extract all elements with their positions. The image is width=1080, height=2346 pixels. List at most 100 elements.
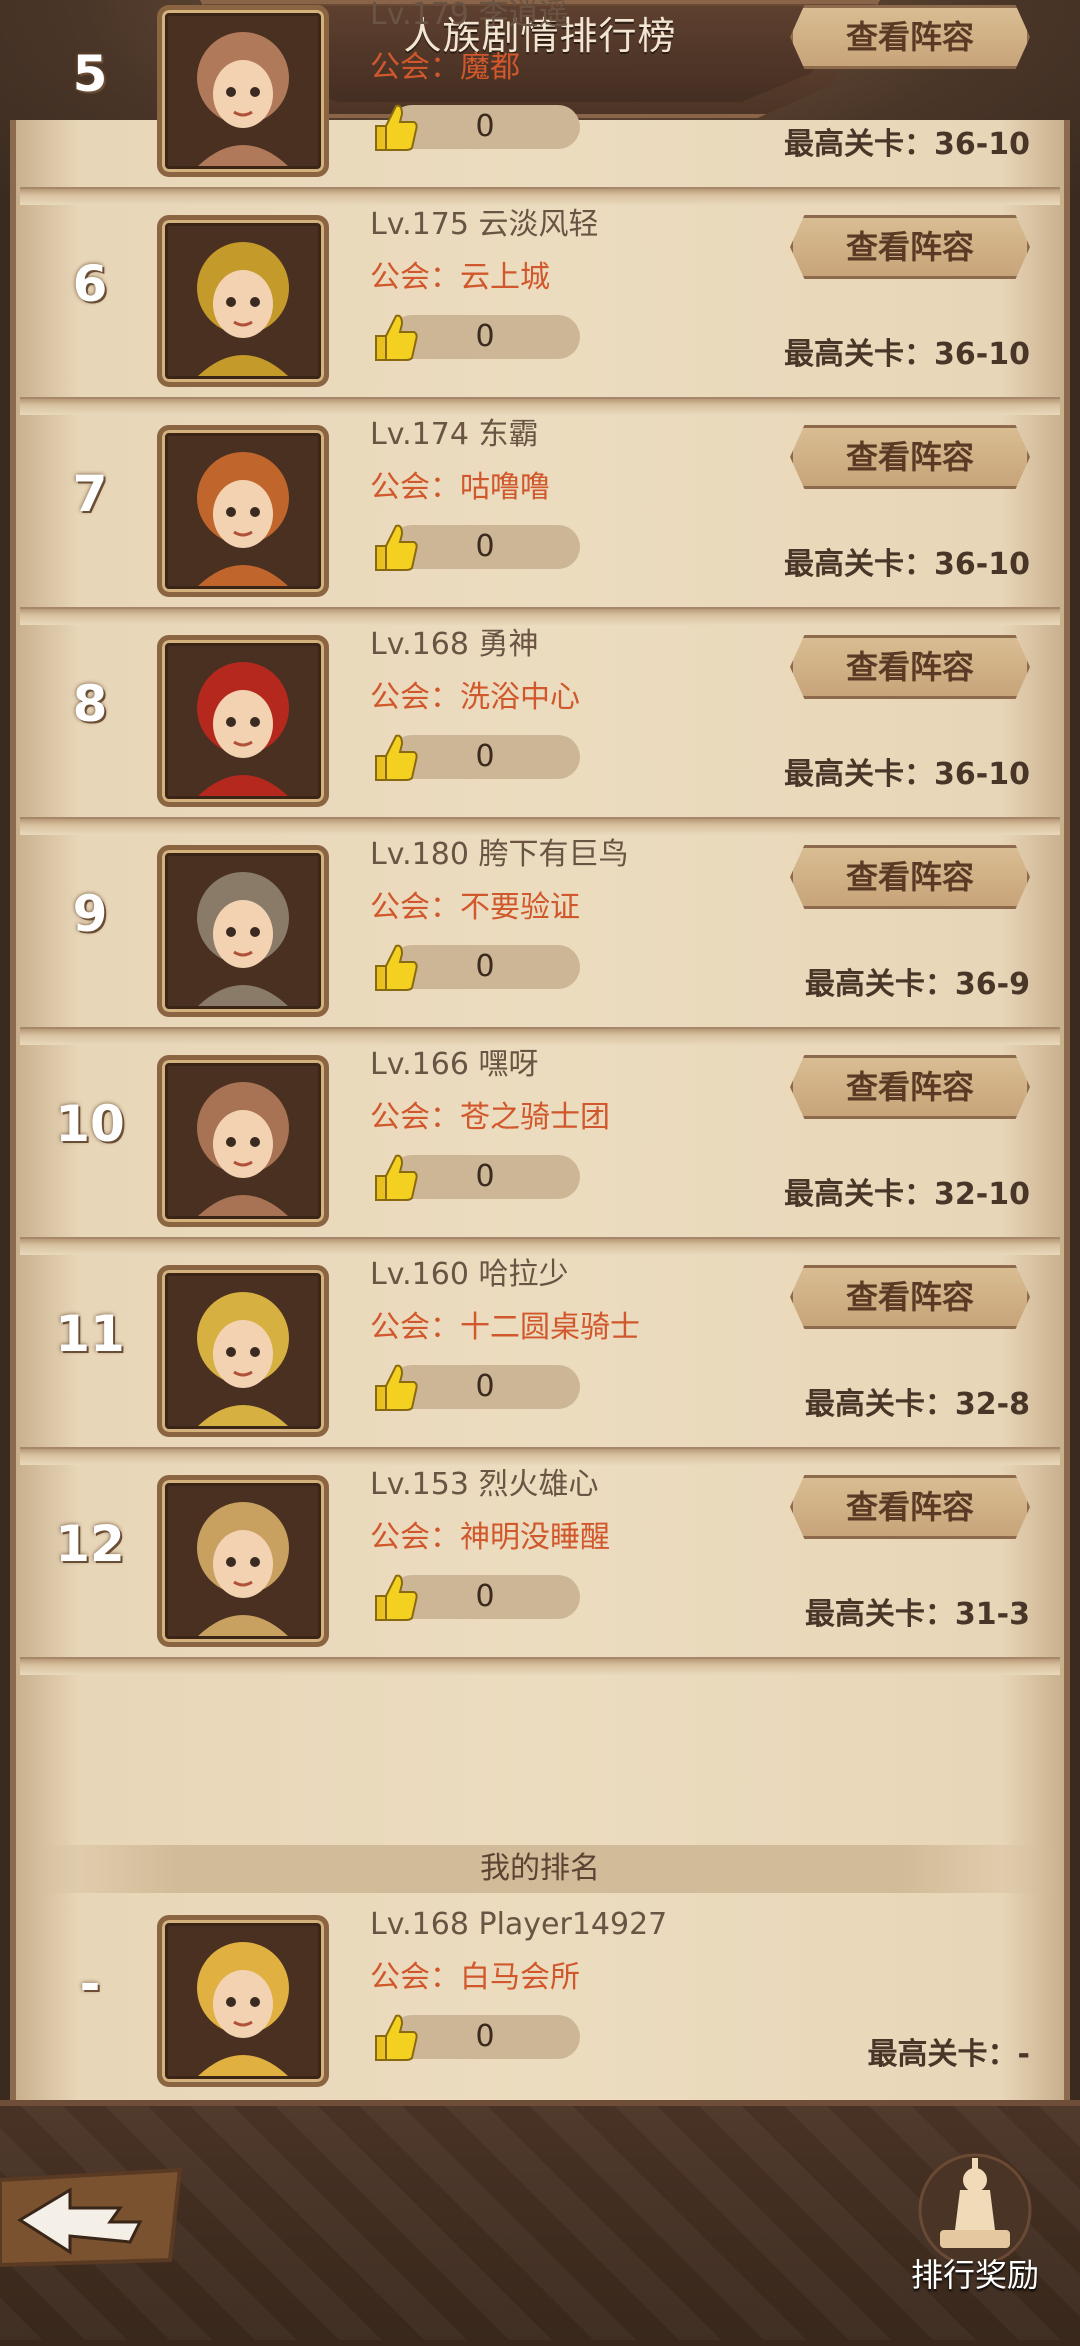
max-stage: 最高关卡：32-10 bbox=[784, 1175, 1030, 1215]
guild-label: 公会： bbox=[370, 890, 460, 925]
player-level: Lv.180 bbox=[370, 837, 469, 872]
rank-number: - bbox=[79, 1955, 101, 2013]
max-stage: 最高关卡：- bbox=[868, 2035, 1030, 2075]
view-lineup-button[interactable] bbox=[790, 1265, 1030, 1329]
like-counter[interactable]: 0 bbox=[370, 1360, 580, 1411]
ranking-row[interactable]: 8 Lv.168 勇神 公会：洗浴中心 0 查看阵容 最高关卡：36-10 bbox=[20, 625, 1060, 835]
max-stage-label: 最高关卡： bbox=[867, 2037, 1018, 2072]
row-divider bbox=[20, 1447, 1060, 1465]
my-rank-row[interactable]: - Lv.168 Player14927 公会：白马会所 0 最高关卡：- bbox=[20, 1905, 1060, 2115]
guild-line: 公会：洗浴中心 bbox=[370, 678, 580, 718]
view-lineup-button[interactable] bbox=[790, 5, 1030, 69]
hero-portrait bbox=[168, 1276, 318, 1426]
avatar[interactable] bbox=[157, 1265, 329, 1437]
like-counter[interactable]: 0 bbox=[370, 520, 580, 571]
chess-trophy-icon bbox=[918, 2153, 1032, 2267]
player-level: Lv.166 bbox=[370, 1047, 469, 1082]
avatar[interactable] bbox=[157, 1475, 329, 1647]
guild-line: 公会：十二圆桌骑士 bbox=[370, 1308, 640, 1348]
hero-portrait bbox=[168, 16, 318, 166]
view-lineup-button[interactable] bbox=[790, 635, 1030, 699]
guild-line: 公会：咕噜噜 bbox=[370, 468, 550, 508]
player-line: Lv.166 嘿呀 bbox=[370, 1045, 538, 1085]
like-counter[interactable]: 0 bbox=[370, 100, 580, 151]
guild-name: 不要验证 bbox=[460, 890, 580, 925]
row-divider bbox=[20, 1237, 1060, 1255]
guild-label: 公会： bbox=[370, 470, 460, 505]
max-stage-value: 32-8 bbox=[954, 1387, 1030, 1422]
row-divider bbox=[20, 1657, 1060, 1675]
player-name: Player14927 bbox=[478, 1907, 668, 1942]
like-counter[interactable]: 0 bbox=[370, 310, 580, 361]
player-level: Lv.179 bbox=[370, 0, 469, 32]
max-stage: 最高关卡：36-10 bbox=[784, 335, 1030, 375]
ranking-row[interactable]: 9 Lv.180 胯下有巨鸟 公会：不要验证 0 查看阵容 最高关卡：36-9 bbox=[20, 835, 1060, 1045]
ranking-row[interactable]: 11 Lv.160 哈拉少 公会：十二圆桌骑士 0 查看阵容 最高关卡：32-8 bbox=[20, 1255, 1060, 1465]
guild-name: 咕噜噜 bbox=[460, 470, 550, 505]
hero-portrait bbox=[168, 1926, 318, 2076]
ranking-row[interactable]: 5 Lv.179 李逍遥 公会：魔都 0 查看阵容 最高关卡：36-10 bbox=[20, 0, 1060, 205]
avatar[interactable] bbox=[157, 845, 329, 1017]
view-lineup-button[interactable] bbox=[790, 425, 1030, 489]
rank-number: 12 bbox=[55, 1515, 125, 1573]
like-count: 0 bbox=[475, 1159, 495, 1194]
like-counter[interactable]: 0 bbox=[370, 1150, 580, 1201]
avatar[interactable] bbox=[157, 1055, 329, 1227]
max-stage-label: 最高关卡： bbox=[784, 337, 935, 372]
view-lineup-button[interactable] bbox=[790, 1475, 1030, 1539]
like-count: 0 bbox=[475, 2019, 495, 2054]
guild-line: 公会：神明没睡醒 bbox=[370, 1518, 610, 1558]
player-name: 烈火雄心 bbox=[478, 1467, 599, 1502]
max-stage-value: 36-9 bbox=[954, 967, 1030, 1002]
player-level: Lv.168 bbox=[370, 627, 469, 662]
ranking-row[interactable]: 10 Lv.166 嘿呀 公会：苍之骑士团 0 查看阵容 最高关卡：32-10 bbox=[20, 1045, 1060, 1255]
avatar[interactable] bbox=[157, 215, 329, 387]
back-arrow-icon bbox=[0, 2167, 183, 2268]
max-stage-label: 最高关卡： bbox=[804, 967, 955, 1002]
rank-number: 5 bbox=[72, 45, 108, 103]
max-stage: 最高关卡：36-10 bbox=[784, 755, 1030, 795]
max-stage-label: 最高关卡： bbox=[784, 127, 935, 162]
like-count: 0 bbox=[475, 1369, 495, 1404]
hero-portrait bbox=[168, 646, 318, 796]
hero-portrait bbox=[168, 1486, 318, 1636]
ranking-reward-label: 排行奖励 bbox=[910, 2256, 1039, 2294]
player-name: 云淡风轻 bbox=[478, 207, 599, 242]
ranking-row[interactable]: 12 Lv.153 烈火雄心 公会：神明没睡醒 0 查看阵容 最高关卡：31-3 bbox=[20, 1465, 1060, 1675]
player-name: 嘿呀 bbox=[478, 1047, 539, 1082]
player-name: 胯下有巨鸟 bbox=[478, 837, 629, 872]
player-line: Lv.175 云淡风轻 bbox=[370, 205, 598, 245]
view-lineup-button[interactable] bbox=[790, 1055, 1030, 1119]
avatar[interactable] bbox=[157, 1915, 329, 2087]
rank-number: 7 bbox=[72, 465, 108, 523]
max-stage-label: 最高关卡： bbox=[804, 1387, 955, 1422]
view-lineup-button[interactable] bbox=[790, 845, 1030, 909]
like-counter[interactable]: 0 bbox=[370, 2010, 580, 2061]
max-stage-value: 32-10 bbox=[934, 1177, 1030, 1212]
max-stage-value: 36-10 bbox=[934, 127, 1030, 162]
guild-line: 公会：不要验证 bbox=[370, 888, 580, 928]
avatar[interactable] bbox=[157, 425, 329, 597]
guild-line: 公会：魔都 bbox=[370, 48, 520, 88]
avatar[interactable] bbox=[157, 635, 329, 807]
avatar[interactable] bbox=[157, 5, 329, 177]
ranking-row[interactable]: 6 Lv.175 云淡风轻 公会：云上城 0 查看阵容 最高关卡：36-10 bbox=[20, 205, 1060, 415]
like-counter[interactable]: 0 bbox=[370, 730, 580, 781]
ranking-row[interactable]: 7 Lv.174 东霸 公会：咕噜噜 0 查看阵容 最高关卡：36-10 bbox=[20, 415, 1060, 625]
guild-name: 白马会所 bbox=[460, 1960, 580, 1995]
player-level: Lv.168 bbox=[370, 1907, 469, 1942]
player-name: 东霸 bbox=[478, 417, 539, 452]
ranking-reward-button[interactable] bbox=[880, 2150, 1070, 2330]
like-counter[interactable]: 0 bbox=[370, 940, 580, 991]
player-name: 勇神 bbox=[478, 627, 539, 662]
max-stage-value: 31-3 bbox=[954, 1597, 1030, 1632]
guild-label: 公会： bbox=[370, 1100, 460, 1135]
back-button[interactable] bbox=[0, 2150, 200, 2280]
rank-number: 8 bbox=[72, 675, 108, 733]
player-line: Lv.174 东霸 bbox=[370, 415, 538, 455]
guild-label: 公会： bbox=[370, 1960, 460, 1995]
guild-label: 公会： bbox=[370, 1310, 460, 1345]
view-lineup-button[interactable] bbox=[790, 215, 1030, 279]
hero-portrait bbox=[168, 436, 318, 586]
like-counter[interactable]: 0 bbox=[370, 1570, 580, 1621]
